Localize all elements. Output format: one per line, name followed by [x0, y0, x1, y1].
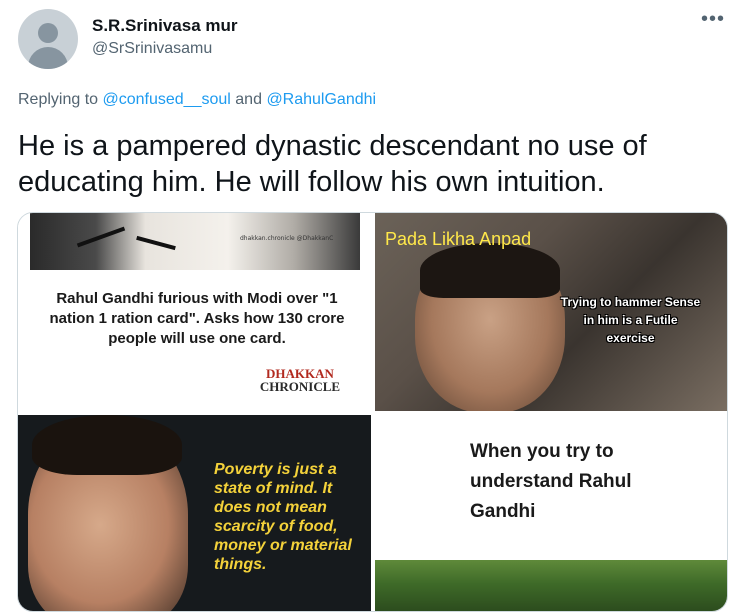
brand-line-2: CHRONICLE	[259, 379, 341, 394]
replying-to-label: Replying to	[18, 91, 99, 108]
replying-to-conjunction: and	[235, 91, 262, 108]
avatar-head-shape	[38, 23, 58, 43]
trees-strip	[375, 560, 727, 611]
avatar[interactable]	[18, 9, 78, 69]
news-headline: Rahul Gandhi furious with Modi over "1 n…	[49, 290, 345, 347]
media-grid: dhakkan.chronicle @DhakkanC Rahul Gandhi…	[17, 212, 728, 612]
media-image-news-card[interactable]: dhakkan.chronicle @DhakkanC Rahul Gandhi…	[18, 213, 371, 411]
mention-confused-soul[interactable]: @confused__soul	[103, 91, 231, 108]
avatar-body-shape	[28, 47, 68, 69]
mention-rahulgandhi[interactable]: @RahulGandhi	[266, 91, 376, 108]
meme-text: When you try to understand Rahul Gandhi	[470, 441, 632, 522]
social-handles: dhakkan.chronicle @DhakkanC	[240, 235, 334, 242]
person-hair-shape	[420, 243, 560, 298]
tweet-text: He is a pampered dynastic descendant no …	[18, 130, 647, 198]
media-image-meme-photo[interactable]: Pada Likha Anpad Trying to hammer Sense …	[375, 213, 727, 411]
replying-to: Replying to @confused__soul and @RahulGa…	[18, 91, 376, 109]
meme-caption: Trying to hammer Sense in him is a Futil…	[560, 295, 701, 345]
meme-title: Pada Likha Anpad	[385, 229, 532, 249]
more-options-icon[interactable]: •••	[701, 8, 725, 31]
person-hair-shape	[32, 415, 182, 475]
media-image-quote[interactable]: Poverty is just a state of mind. It does…	[18, 415, 371, 611]
author-name[interactable]: S.R.Srinivasa mur	[92, 16, 238, 36]
author-handle[interactable]: @SrSrinivasamu	[92, 40, 212, 58]
news-brand-logo: DHAKKAN CHRONICLE	[240, 367, 360, 393]
quote-text: Poverty is just a state of mind. It does…	[214, 461, 352, 573]
media-image-text-meme[interactable]: When you try to understand Rahul Gandhi	[375, 415, 727, 611]
